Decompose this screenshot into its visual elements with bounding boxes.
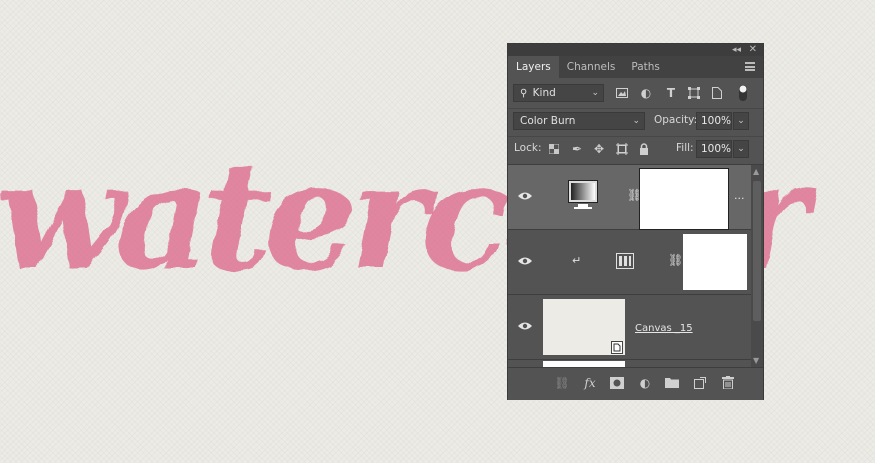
visibility-eye-icon[interactable]: [518, 256, 532, 266]
layer-row-levels[interactable]: ↵ ⛓: [508, 230, 751, 295]
lock-all-icon[interactable]: [636, 141, 652, 157]
panel-bottom-toolbar: ⛓ fx ◐: [508, 367, 763, 400]
lock-transparent-pixels-icon[interactable]: [546, 141, 562, 157]
smart-object-badge-icon: [611, 341, 623, 354]
chevron-down-icon: ⌄: [632, 116, 640, 126]
clipping-mask-arrow-icon: ↵: [572, 254, 582, 267]
blend-row: Color Burn ⌄ Opacity: 100% ⌄: [508, 108, 763, 137]
filter-toggle-icon[interactable]: [735, 85, 751, 101]
tab-channels[interactable]: Channels: [559, 56, 624, 78]
trash-icon[interactable]: [720, 375, 736, 391]
panel-titlebar: ◂◂ ✕: [508, 44, 763, 56]
filter-kind-select[interactable]: ⚲ Kind ⌄: [513, 84, 604, 102]
opacity-label: Opacity:: [654, 114, 698, 126]
lock-artboard-icon[interactable]: [614, 141, 630, 157]
new-adjustment-layer-icon[interactable]: ◐: [637, 375, 653, 391]
panel-tabs: Layers Channels Paths: [508, 56, 763, 78]
layer-name[interactable]: Canvas _15: [635, 323, 693, 334]
smart-object-filter-icon[interactable]: [709, 85, 725, 101]
scrollbar-thumb[interactable]: [753, 181, 761, 321]
fill-dropdown-button[interactable]: ⌄: [733, 140, 749, 158]
collapse-icon[interactable]: ◂◂: [732, 44, 741, 56]
filter-row: ⚲ Kind ⌄ ◐ T: [508, 80, 763, 109]
fill-label: Fill:: [676, 142, 694, 154]
chevron-down-icon: ⌄: [591, 88, 599, 98]
tab-paths[interactable]: Paths: [623, 56, 668, 78]
visibility-eye-icon[interactable]: [518, 321, 532, 331]
blend-mode-select[interactable]: Color Burn ⌄: [513, 112, 645, 130]
opacity-input[interactable]: 100%: [696, 112, 732, 130]
scroll-up-icon[interactable]: ▲: [753, 167, 759, 176]
more-options-text[interactable]: ...: [734, 189, 745, 202]
panel-menu-icon[interactable]: [745, 62, 755, 71]
visibility-eye-icon[interactable]: [518, 191, 532, 201]
adjustment-filter-icon[interactable]: ◐: [638, 85, 654, 101]
lock-label: Lock:: [514, 142, 542, 154]
lock-row: Lock: ✒ ✥ Fill: 100% ⌄: [508, 136, 763, 165]
new-layer-icon[interactable]: [692, 375, 708, 391]
layers-panel: ◂◂ ✕ Layers Channels Paths ⚲ Kind ⌄ ◐ T …: [507, 43, 764, 400]
link-layers-icon[interactable]: ⛓: [554, 375, 570, 391]
type-filter-icon[interactable]: T: [663, 85, 679, 101]
scroll-down-icon[interactable]: ▼: [753, 356, 759, 365]
new-group-icon[interactable]: [664, 375, 680, 391]
close-icon[interactable]: ✕: [749, 44, 757, 56]
opacity-dropdown-button[interactable]: ⌄: [733, 112, 749, 130]
levels-adjustment-icon: [616, 253, 634, 272]
blend-mode-value: Color Burn: [520, 115, 576, 127]
layer-row-gradient-map[interactable]: ⛓ ...: [508, 165, 751, 230]
image-filter-icon[interactable]: [614, 85, 630, 101]
filter-kind-label: Kind: [532, 87, 556, 99]
add-mask-icon[interactable]: [609, 375, 625, 391]
layer-row-canvas[interactable]: Canvas _15: [508, 295, 751, 360]
search-icon: ⚲: [520, 88, 528, 99]
shape-filter-icon[interactable]: [686, 85, 702, 101]
layer-mask-thumbnail[interactable]: [639, 168, 729, 230]
gradient-map-adjustment-icon: [568, 180, 598, 210]
tab-layers[interactable]: Layers: [508, 56, 559, 78]
layer-mask-thumbnail[interactable]: [683, 234, 747, 290]
mask-link-icon[interactable]: ⛓: [668, 253, 683, 267]
fill-input[interactable]: 100%: [696, 140, 732, 158]
layers-list: ⛓ ... ↵ ⛓ Canvas _15: [508, 165, 751, 367]
lock-image-pixels-icon[interactable]: ✒: [569, 141, 585, 157]
fx-icon[interactable]: fx: [582, 375, 598, 391]
layers-scrollbar[interactable]: ▲ ▼: [751, 165, 763, 367]
lock-position-icon[interactable]: ✥: [591, 141, 607, 157]
